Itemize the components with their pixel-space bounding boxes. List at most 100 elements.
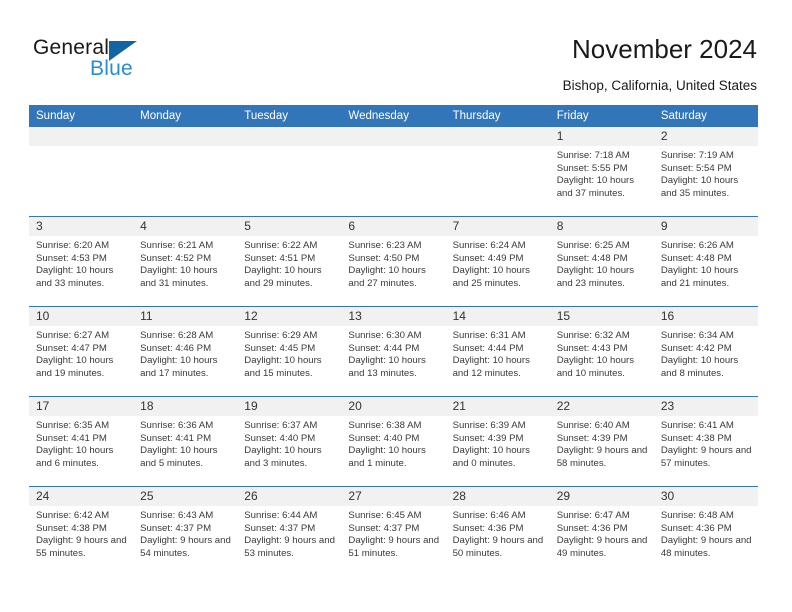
calendar-day-cell[interactable]: 20 Sunrise: 6:38 AM Sunset: 4:40 PM Dayligh… [341,396,446,487]
day-number: 15 [549,307,654,326]
day-number [29,127,134,146]
day-details: Sunrise: 6:23 AM Sunset: 4:50 PM Daylight:… [341,236,445,290]
sunrise-text: Sunrise: 6:43 AM [140,510,214,521]
calendar-day-cell[interactable]: 7 Sunrise: 6:24 AM Sunset: 4:49 PM Daylight… [445,216,550,307]
calendar-day-cell[interactable]: 6 Sunrise: 6:23 AM Sunset: 4:50 PM Daylight… [341,216,446,307]
sunset-text: Sunset: 4:44 PM [452,342,524,354]
day-cell-inner: 27 Sunrise: 6:45 AM Sunset: 4:37 PM Dayligh… [341,487,446,576]
calendar-day-cell[interactable]: 27 Sunrise: 6:45 AM Sunset: 4:37 PM Dayligh… [341,486,446,576]
calendar-day-cell[interactable]: 25 Sunrise: 6:43 AM Sunset: 4:37 PM Dayligh… [133,486,238,576]
day-number: 16 [653,307,758,326]
calendar-day-cell[interactable]: 29 Sunrise: 6:47 AM Sunset: 4:36 PM Dayligh… [549,486,654,576]
calendar-day-cell[interactable]: 18 Sunrise: 6:36 AM Sunset: 4:41 PM Dayligh… [133,396,238,487]
daylight-text: Daylight: 9 hours and 57 minutes. [660,445,752,469]
sunrise-text: Sunrise: 6:35 AM [36,420,110,431]
day-cell-inner: 5 Sunrise: 6:22 AM Sunset: 4:51 PM Daylight… [237,217,342,306]
day-number: 25 [133,487,238,506]
calendar-day-cell[interactable]: 10 Sunrise: 6:27 AM Sunset: 4:47 PM Dayligh… [29,306,134,397]
daylight-text: Daylight: 10 hours and 25 minutes. [452,265,530,289]
daylight-text: Daylight: 10 hours and 5 minutes. [140,445,218,469]
calendar-week-row: 10 Sunrise: 6:27 AM Sunset: 4:47 PM Dayligh… [29,306,758,397]
day-details: Sunrise: 6:43 AM Sunset: 4:37 PM Daylight:… [133,506,237,560]
sunrise-text: Sunrise: 6:29 AM [244,330,318,341]
calendar-day-cell[interactable]: 24 Sunrise: 6:42 AM Sunset: 4:38 PM Dayligh… [29,486,134,576]
day-details: Sunrise: 6:28 AM Sunset: 4:46 PM Daylight:… [133,326,237,380]
sunrise-text: Sunrise: 6:48 AM [660,510,734,521]
day-cell-inner: 22 Sunrise: 6:40 AM Sunset: 4:39 PM Dayligh… [549,397,654,486]
sunrise-text: Sunrise: 7:18 AM [556,150,630,161]
sunset-text: Sunset: 4:51 PM [244,252,316,264]
calendar-day-cell-empty [445,127,550,217]
sunrise-text: Sunrise: 6:39 AM [452,420,526,431]
day-cell-inner: 10 Sunrise: 6:27 AM Sunset: 4:47 PM Dayligh… [29,307,134,396]
calendar-day-cell[interactable]: 13 Sunrise: 6:30 AM Sunset: 4:44 PM Dayligh… [341,306,446,397]
calendar-day-cell-empty [29,127,134,217]
sunset-text: Sunset: 4:37 PM [244,522,316,534]
sunrise-text: Sunrise: 6:45 AM [348,510,422,521]
calendar-day-cell[interactable]: 23 Sunrise: 6:41 AM Sunset: 4:38 PM Dayligh… [653,396,758,487]
calendar-day-cell-empty [237,127,342,217]
daylight-text: Daylight: 9 hours and 53 minutes. [244,535,335,559]
brand-word-blue: Blue [90,57,133,80]
sunset-text: Sunset: 4:48 PM [660,252,732,264]
sunrise-text: Sunrise: 6:26 AM [660,240,734,251]
sunrise-text: Sunrise: 6:23 AM [348,240,422,251]
calendar-day-cell[interactable]: 2 Sunrise: 7:19 AM Sunset: 5:54 PM Daylight… [653,127,758,217]
sunrise-text: Sunrise: 6:46 AM [452,510,526,521]
day-cell-inner: 11 Sunrise: 6:28 AM Sunset: 4:46 PM Dayligh… [133,307,238,396]
calendar-day-cell[interactable]: 11 Sunrise: 6:28 AM Sunset: 4:46 PM Dayligh… [133,306,238,397]
day-cell-inner: 29 Sunrise: 6:47 AM Sunset: 4:36 PM Dayligh… [549,487,654,576]
day-cell-inner: 20 Sunrise: 6:38 AM Sunset: 4:40 PM Dayligh… [341,397,446,486]
calendar-day-cell[interactable]: 26 Sunrise: 6:44 AM Sunset: 4:37 PM Dayligh… [237,486,342,576]
calendar-page: General Blue November 2024 Bishop, Calif… [0,0,792,612]
calendar-day-cell[interactable]: 3 Sunrise: 6:20 AM Sunset: 4:53 PM Daylight… [29,216,134,307]
calendar-day-cell[interactable]: 8 Sunrise: 6:25 AM Sunset: 4:48 PM Daylight… [549,216,654,307]
day-number: 18 [133,397,238,416]
sunset-text: Sunset: 4:47 PM [36,342,107,354]
calendar-day-cell[interactable]: 5 Sunrise: 6:22 AM Sunset: 4:51 PM Daylight… [237,216,342,307]
calendar-day-cell[interactable]: 12 Sunrise: 6:29 AM Sunset: 4:45 PM Dayligh… [237,306,342,397]
sunrise-text: Sunrise: 6:38 AM [348,420,422,431]
calendar-day-cell[interactable]: 1 Sunrise: 7:18 AM Sunset: 5:55 PM Daylight… [549,127,654,217]
day-details: Sunrise: 6:25 AM Sunset: 4:48 PM Daylight:… [550,236,654,290]
calendar-week-row: 24 Sunrise: 6:42 AM Sunset: 4:38 PM Dayligh… [29,486,758,576]
day-details: Sunrise: 6:31 AM Sunset: 4:44 PM Daylight:… [446,326,550,380]
day-details: Sunrise: 6:42 AM Sunset: 4:38 PM Daylight:… [29,506,133,560]
calendar-week-row: 1 Sunrise: 7:18 AM Sunset: 5:55 PM Daylight… [29,127,758,217]
day-number: 9 [653,217,758,236]
day-number: 26 [237,487,342,506]
day-cell-inner [29,127,134,216]
calendar-day-cell[interactable]: 22 Sunrise: 6:40 AM Sunset: 4:39 PM Dayligh… [549,396,654,487]
day-details: Sunrise: 6:44 AM Sunset: 4:37 PM Daylight:… [237,506,341,560]
brand-logo[interactable]: General Blue [33,36,213,84]
sunrise-text: Sunrise: 6:32 AM [556,330,630,341]
sunrise-text: Sunrise: 6:47 AM [556,510,630,521]
day-cell-inner: 3 Sunrise: 6:20 AM Sunset: 4:53 PM Daylight… [29,217,134,306]
sunrise-text: Sunrise: 6:36 AM [140,420,214,431]
calendar-day-cell[interactable]: 16 Sunrise: 6:34 AM Sunset: 4:42 PM Dayligh… [653,306,758,397]
calendar-day-cell[interactable]: 15 Sunrise: 6:32 AM Sunset: 4:43 PM Dayligh… [549,306,654,397]
weekday-header-row: Sunday Monday Tuesday Wednesday Thursday… [29,105,758,127]
calendar-day-cell[interactable]: 9 Sunrise: 6:26 AM Sunset: 4:48 PM Daylight… [653,216,758,307]
sunset-text: Sunset: 4:45 PM [244,342,316,354]
sunrise-text: Sunrise: 6:37 AM [244,420,318,431]
day-cell-inner: 28 Sunrise: 6:46 AM Sunset: 4:36 PM Dayligh… [445,487,550,576]
calendar-day-cell[interactable]: 17 Sunrise: 6:35 AM Sunset: 4:41 PM Dayligh… [29,396,134,487]
daylight-text: Daylight: 10 hours and 3 minutes. [244,445,322,469]
calendar-day-cell[interactable]: 4 Sunrise: 6:21 AM Sunset: 4:52 PM Daylight… [133,216,238,307]
sunset-text: Sunset: 4:36 PM [660,522,732,534]
calendar-day-cell[interactable]: 30 Sunrise: 6:48 AM Sunset: 4:36 PM Dayligh… [653,486,758,576]
day-details: Sunrise: 7:18 AM Sunset: 5:55 PM Daylight:… [550,146,654,200]
day-cell-inner [341,127,446,216]
calendar-day-cell[interactable]: 14 Sunrise: 6:31 AM Sunset: 4:44 PM Dayligh… [445,306,550,397]
weekday-header-wednesday: Wednesday [341,105,446,127]
calendar-day-cell[interactable]: 28 Sunrise: 6:46 AM Sunset: 4:36 PM Dayligh… [445,486,550,576]
day-number: 20 [341,397,446,416]
sunset-text: Sunset: 4:37 PM [140,522,212,534]
calendar-day-cell-empty [341,127,446,217]
calendar-day-cell[interactable]: 19 Sunrise: 6:37 AM Sunset: 4:40 PM Dayligh… [237,396,342,487]
calendar-day-cell[interactable]: 21 Sunrise: 6:39 AM Sunset: 4:39 PM Dayligh… [445,396,550,487]
day-details: Sunrise: 6:41 AM Sunset: 4:38 PM Daylight:… [654,416,758,470]
day-cell-inner: 12 Sunrise: 6:29 AM Sunset: 4:45 PM Dayligh… [237,307,342,396]
calendar-week-row: 17 Sunrise: 6:35 AM Sunset: 4:41 PM Dayligh… [29,396,758,487]
